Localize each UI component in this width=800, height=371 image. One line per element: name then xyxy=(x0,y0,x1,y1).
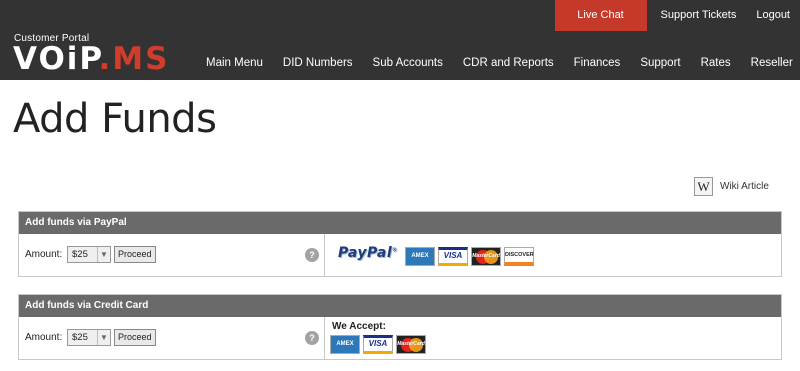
wiki-article-link[interactable]: W Wiki Article xyxy=(694,177,769,196)
logo-text-primary: VOiP xyxy=(13,41,99,77)
paypal-amount-cell: Amount: $25 ▼ Proceed ? xyxy=(19,234,325,276)
we-accept-label: We Accept: xyxy=(332,321,386,332)
visa-icon: VISA xyxy=(363,335,393,354)
mastercard-label: MasterCard xyxy=(472,253,500,259)
logo-text-suffix: .MS xyxy=(98,41,170,77)
chevron-down-icon: ▼ xyxy=(97,330,110,345)
amount-value: $25 xyxy=(72,332,88,343)
card-logos: AMEX VISA MasterCard xyxy=(330,335,429,354)
visa-icon: VISA xyxy=(438,247,468,266)
live-chat-button[interactable]: Live Chat xyxy=(554,0,647,31)
paypal-logo: PayPal® xyxy=(338,245,398,261)
nav-main-menu[interactable]: Main Menu xyxy=(196,53,273,73)
amount-label: Amount: xyxy=(25,249,63,260)
chevron-down-icon: ▼ xyxy=(97,247,110,262)
support-tickets-link[interactable]: Support Tickets xyxy=(651,0,747,31)
top-links: Live Chat Support Tickets Logout xyxy=(554,0,800,31)
paypal-logos-cell: PayPal® AMEX VISA MasterCard DISCOVER xyxy=(326,234,781,276)
nav-finances[interactable]: Finances xyxy=(564,53,631,73)
wikipedia-icon: W xyxy=(694,177,713,196)
amex-icon: AMEX xyxy=(405,247,435,266)
amount-value: $25 xyxy=(72,249,88,260)
paypal-panel: Add funds via PayPal Amount: $25 ▼ Proce… xyxy=(18,211,782,277)
paypal-panel-title: Add funds via PayPal xyxy=(19,212,781,234)
voipms-logo[interactable]: VOiP.MS xyxy=(13,41,170,77)
amex-icon: AMEX xyxy=(330,335,360,354)
paypal-proceed-button[interactable]: Proceed xyxy=(114,246,156,263)
mastercard-icon: MasterCard xyxy=(396,335,426,354)
nav-cdr-reports[interactable]: CDR and Reports xyxy=(453,53,564,73)
card-amount-select[interactable]: $25 ▼ xyxy=(67,329,111,346)
paypal-panel-body: Amount: $25 ▼ Proceed ? PayPal® AMEX VIS… xyxy=(19,234,781,276)
wiki-article-label: Wiki Article xyxy=(720,181,769,192)
card-proceed-button[interactable]: Proceed xyxy=(114,329,156,346)
main-nav: Main Menu DID Numbers Sub Accounts CDR a… xyxy=(196,53,800,73)
nav-did-numbers[interactable]: DID Numbers xyxy=(273,53,363,73)
page-title: Add Funds xyxy=(13,96,217,142)
nav-rates[interactable]: Rates xyxy=(691,53,741,73)
card-logos: AMEX VISA MasterCard DISCOVER xyxy=(405,247,537,266)
card-amount-cell: Amount: $25 ▼ Proceed ? xyxy=(19,317,325,359)
discover-icon: DISCOVER xyxy=(504,247,534,266)
amount-label: Amount: xyxy=(25,332,63,343)
credit-card-panel: Add funds via Credit Card Amount: $25 ▼ … xyxy=(18,294,782,360)
nav-sub-accounts[interactable]: Sub Accounts xyxy=(363,53,453,73)
nav-support[interactable]: Support xyxy=(630,53,690,73)
paypal-brand-text: PayPal xyxy=(338,245,393,261)
help-icon[interactable]: ? xyxy=(305,248,319,262)
nav-reseller[interactable]: Reseller xyxy=(741,53,800,73)
mastercard-label: MasterCard xyxy=(397,341,425,347)
credit-card-panel-body: Amount: $25 ▼ Proceed ? We Accept: AMEX … xyxy=(19,317,781,359)
site-header: Customer Portal VOiP.MS Live Chat Suppor… xyxy=(0,0,800,80)
help-icon[interactable]: ? xyxy=(305,331,319,345)
card-logos-cell: We Accept: AMEX VISA MasterCard xyxy=(326,317,781,359)
mastercard-icon: MasterCard xyxy=(471,247,501,266)
logout-link[interactable]: Logout xyxy=(746,0,800,31)
paypal-amount-select[interactable]: $25 ▼ xyxy=(67,246,111,263)
credit-card-panel-title: Add funds via Credit Card xyxy=(19,295,781,317)
